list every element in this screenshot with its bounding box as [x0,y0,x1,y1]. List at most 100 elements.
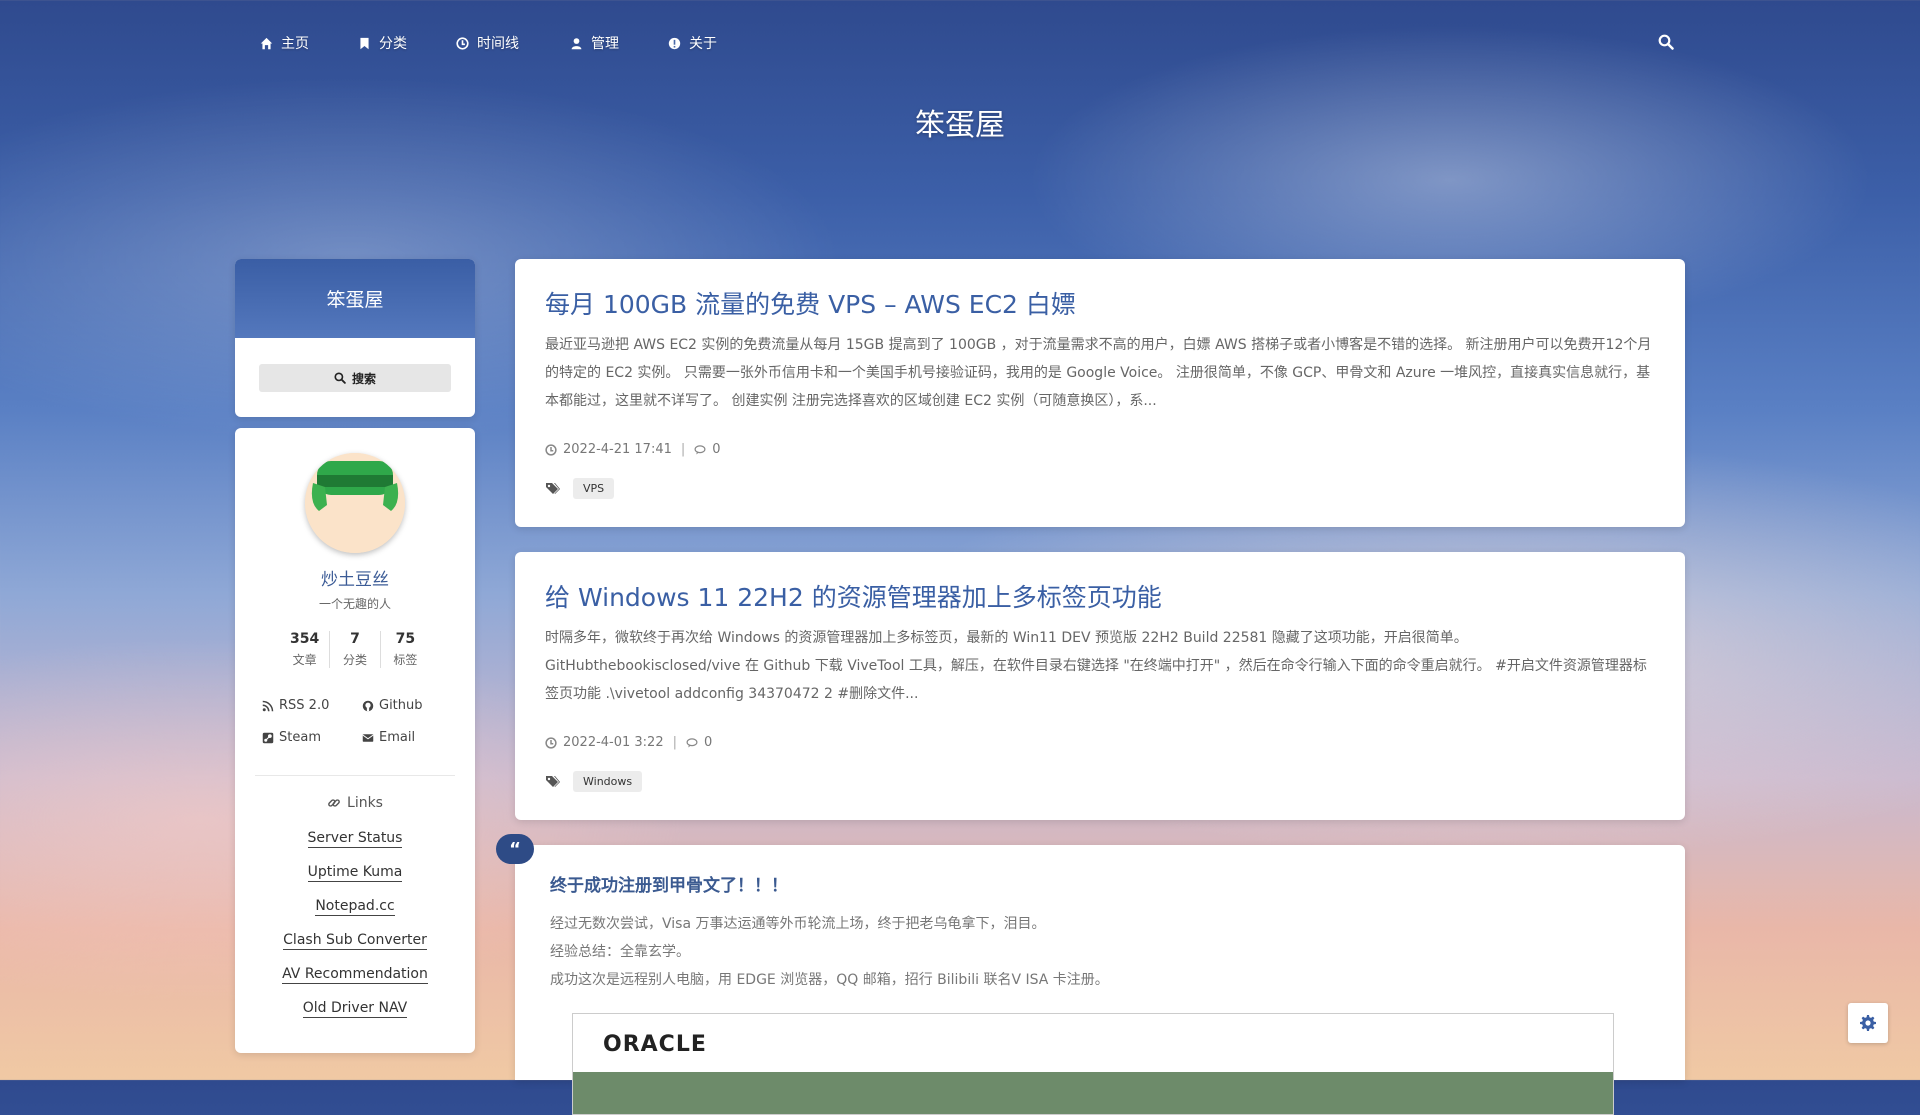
quote-post-line: 经验总结：全靠玄学。 [550,944,690,960]
quote-post-line: 成功这次是远程别人电脑，用 EDGE 浏览器，QQ 邮箱，招行 Bilibili… [550,972,1109,988]
links-heading: Links [235,795,475,811]
avatar [305,453,405,553]
nav-item-about[interactable]: 关于 [668,33,717,53]
post-excerpt: 最近亚马逊把 AWS EC2 实例的免费流量从每月 15GB 提高到了 100G… [545,337,1652,409]
social-rss-link[interactable]: RSS 2.0 [262,698,329,713]
tag-badge[interactable]: VPS [573,478,615,499]
sidebar-search-card: 笨蛋屋 搜索 [235,259,475,417]
link-label[interactable]: Clash Sub Converter [283,932,427,950]
profile-card: 炒土豆丝 一个无趣的人 354 文章 7 分类 75 标签 RSS 2.0 Gi… [235,428,475,1053]
link-label[interactable]: Old Driver NAV [302,1000,408,1018]
meta-separator: | [672,735,677,750]
post-date: 2022-4-01 3:22 [563,735,664,750]
stat-label: 标签 [393,653,418,667]
sidebar-search-button[interactable]: 搜索 [259,364,451,392]
search-icon[interactable] [1658,34,1674,50]
settings-button[interactable] [1848,1003,1888,1043]
tags-icon [546,775,560,787]
quote-post-card: 终于成功注册到甲骨文了！！！ 经过无数次尝试，Visa 万事达运通等外币轮流上场… [515,845,1685,1115]
stat-label: 文章 [292,653,317,667]
stat-number: 7 [350,631,360,647]
info-icon [668,37,681,49]
link-label[interactable]: Uptime Kuma [307,864,403,882]
avatar-image [305,453,405,553]
link-item[interactable]: Old Driver NAV [235,1000,475,1018]
post-excerpt: 时隔多年，微软终于再次给 Windows 的资源管理器加上多标签页，最新的 Wi… [545,630,1647,702]
steam-icon [262,732,274,743]
comment-icon [686,737,698,747]
link-label[interactable]: AV Recommendation [282,966,428,984]
profile-stats: 354 文章 7 分类 75 标签 [280,631,430,668]
stat-categories[interactable]: 7 分类 [330,631,381,668]
post-date: 2022-4-21 17:41 [563,442,672,457]
quote-post-line: 经过无数次尝试，Visa 万事达运通等外币轮流上场，终于把老乌龟拿下，泪目。 [550,916,1046,932]
profile-bio: 一个无趣的人 [318,597,391,611]
meta-separator: | [680,442,686,457]
social-label: Steam [279,730,321,745]
rss-icon [262,700,274,711]
social-label: Email [379,730,416,745]
clock-icon [545,736,557,749]
link-icon [328,799,340,807]
link-label[interactable]: Server Status [307,830,403,848]
post-card: 每月 100GB 流量的免费 VPS – AWS EC2 白嫖 最近亚马逊把 A… [515,259,1685,527]
links-heading-label: Links [347,795,383,811]
nav-item-categories[interactable]: 分类 [358,33,407,53]
link-item[interactable]: Server Status [235,830,475,848]
nav-item-admin[interactable]: 管理 [570,33,619,53]
tags-icon [546,482,560,494]
post-card: 给 Windows 11 22H2 的资源管理器加上多标签页功能 时隔多年，微软… [515,552,1685,820]
envelope-icon [362,733,374,742]
post-meta: 2022-4-21 17:41 | 0 [545,442,721,457]
post-title[interactable]: 给 Windows 11 22H2 的资源管理器加上多标签页功能 [545,578,1162,614]
search-icon [334,372,346,384]
stat-label: 分类 [342,653,367,667]
post-tags: Windows [545,771,643,792]
nav-label: 关于 [689,36,717,52]
post-title[interactable]: 每月 100GB 流量的免费 VPS – AWS EC2 白嫖 [545,285,1076,321]
github-icon [362,700,374,711]
top-nav: 主页 分类 时间线 管理 关于 [0,0,1920,84]
quote-icon: “ [496,834,534,864]
comment-icon [694,444,706,454]
sidebar-card-title: 笨蛋屋 [235,259,475,338]
clock-icon [545,443,557,456]
nav-label: 分类 [379,36,407,52]
nav-item-home[interactable]: 主页 [260,33,309,53]
image-banner [573,1072,1613,1114]
link-item[interactable]: Notepad.cc [235,898,475,916]
nav-item-timeline[interactable]: 时间线 [456,33,519,53]
stat-number: 75 [395,631,416,647]
stat-tags[interactable]: 75 标签 [381,631,430,668]
post-image: ORACLE [572,1013,1614,1115]
social-label: Github [379,698,423,713]
link-item[interactable]: Clash Sub Converter [235,932,475,950]
divider [255,775,455,776]
nav-label: 时间线 [477,36,519,52]
social-steam-link[interactable]: Steam [262,730,321,745]
stat-posts[interactable]: 354 文章 [280,631,331,668]
tag-badge[interactable]: Windows [573,771,643,792]
site-title: 笨蛋屋 [915,108,1005,143]
social-label: RSS 2.0 [279,698,330,713]
nav-label: 管理 [591,36,619,52]
post-tags: VPS [545,478,615,499]
link-label[interactable]: Notepad.cc [315,898,395,916]
clock-icon [456,36,469,50]
link-item[interactable]: AV Recommendation [235,966,475,984]
home-icon [260,37,273,49]
stat-number: 354 [290,631,320,647]
search-button-label: 搜索 [351,371,376,386]
oracle-logo: ORACLE [603,1032,707,1057]
gear-icon [1860,1015,1876,1031]
quote-post-title[interactable]: 终于成功注册到甲骨文了！！！ [550,871,788,896]
nav-label: 主页 [281,36,309,52]
user-icon [571,37,582,49]
social-email-link[interactable]: Email [362,730,415,745]
bookmark-icon [360,37,369,49]
post-comments[interactable]: 0 [704,735,712,750]
post-meta: 2022-4-01 3:22 | 0 [545,735,712,750]
social-github-link[interactable]: Github [362,698,423,713]
link-item[interactable]: Uptime Kuma [235,864,475,882]
post-comments[interactable]: 0 [712,442,720,457]
